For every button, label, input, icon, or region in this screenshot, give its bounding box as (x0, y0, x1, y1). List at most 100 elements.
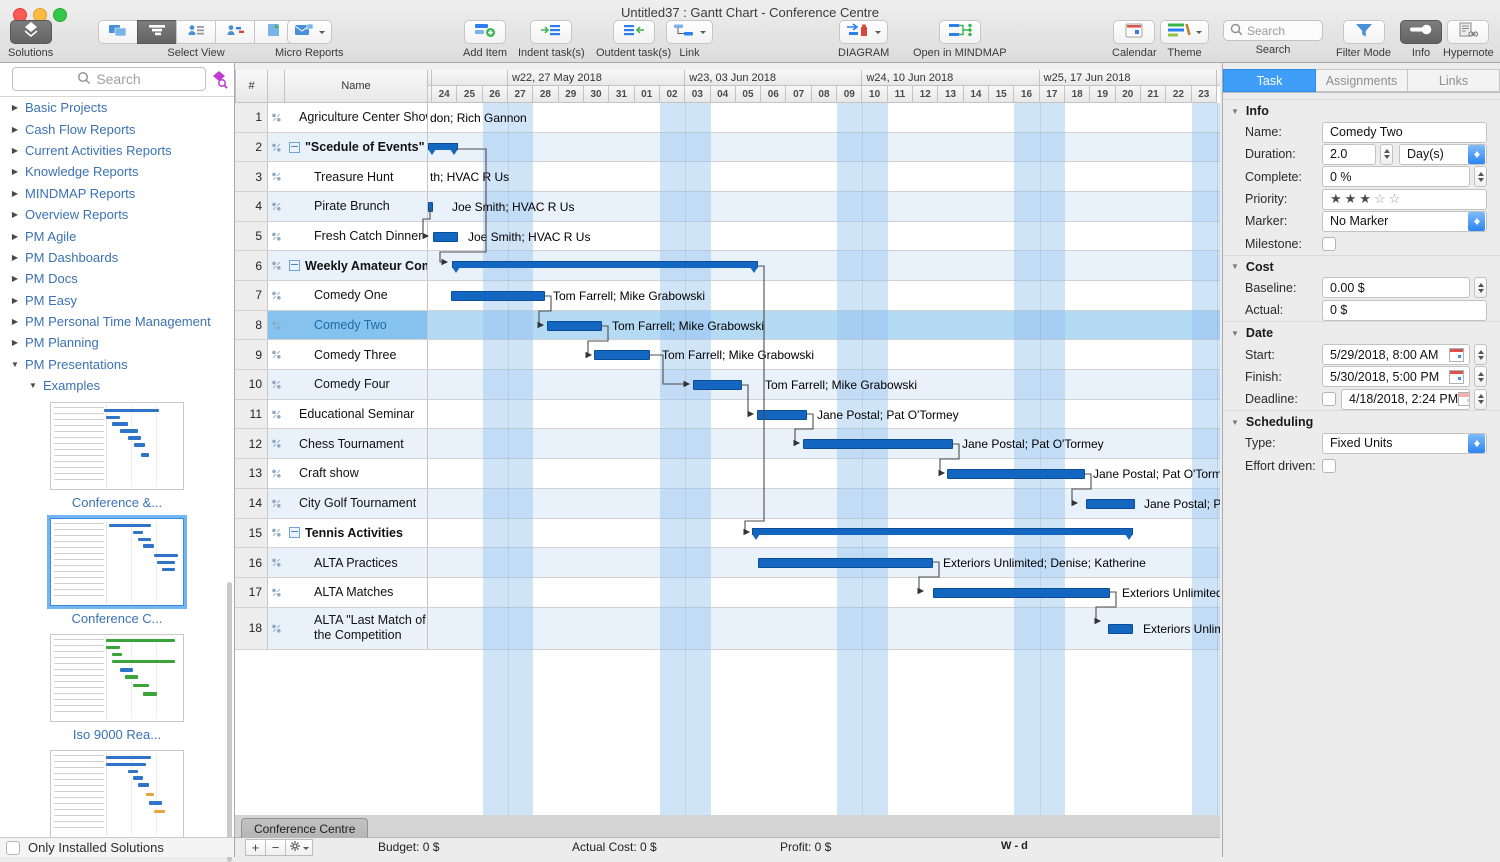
sidebar-item-8[interactable]: ▶ PM Docs (0, 268, 234, 289)
section-header-date[interactable]: ▼ Date (1223, 321, 1500, 343)
priority-stars-field[interactable]: ★★★☆☆ (1322, 188, 1487, 210)
gantt-chart-area[interactable]: # Name w22, 27 May 2018 w23, 03 Jun 2018 w24… (235, 62, 1220, 816)
triangle-right-icon[interactable]: ▶ (10, 210, 20, 219)
thumbnail-preview[interactable] (50, 402, 184, 491)
task-name[interactable]: City Golf Tournament (285, 488, 428, 518)
task-name[interactable]: Pirate Brunch (285, 192, 428, 221)
gantt-row-18[interactable]: 18 ALTA "Last Match of the Competition (235, 607, 1220, 651)
task-name[interactable]: ALTA "Last Match of the Competition (285, 607, 428, 650)
task-bar[interactable] (547, 320, 602, 331)
tab-links[interactable]: Links (1408, 69, 1500, 92)
sidebar-item-6[interactable]: ▶ PM Agile (0, 225, 234, 246)
thumbnail-preview[interactable] (50, 634, 184, 723)
resources-icon[interactable] (268, 370, 286, 399)
resources-icon[interactable] (268, 221, 286, 251)
resources-icon[interactable] (268, 281, 286, 310)
star-rating-icons[interactable]: ★★★☆☆ (1330, 191, 1403, 207)
theme-button[interactable] (1160, 20, 1209, 44)
text-field[interactable]: 0 % (1322, 166, 1470, 188)
resources-icon[interactable] (268, 577, 286, 607)
task-name[interactable]: "Scedule of Events" (285, 132, 428, 162)
date-field[interactable]: 5/29/2018, 8:00 AM (1322, 344, 1470, 366)
settings-gear-button[interactable] (285, 839, 313, 856)
sidebar-item-7[interactable]: ▶ PM Dashboards (0, 247, 234, 268)
gantt-row-4[interactable]: 4 Pirate Brunch (235, 192, 1220, 222)
document-tab[interactable]: Conference Centre (241, 818, 369, 839)
dropdown-select[interactable]: Fixed Units (1322, 432, 1487, 454)
outdent-task-button[interactable] (612, 20, 655, 44)
calendar-picker-icon[interactable] (1449, 347, 1464, 362)
duration-field[interactable]: 2.0 (1322, 143, 1376, 165)
task-name[interactable]: Craft show (285, 459, 428, 488)
triangle-right-icon[interactable]: ▶ (10, 167, 20, 176)
collapse-box-icon[interactable] (289, 141, 300, 153)
stepper-control[interactable] (1474, 344, 1487, 366)
sidebar-item-3[interactable]: ▶ Knowledge Reports (0, 161, 234, 182)
text-field[interactable]: 0 $ (1322, 299, 1487, 321)
toolbar-search-input[interactable]: Search (1223, 20, 1323, 41)
resources-icon[interactable] (268, 192, 286, 221)
solution-thumbnail-0[interactable]: Conference &... (0, 402, 234, 510)
resources-icon[interactable] (268, 429, 286, 459)
task-name[interactable]: Agriculture Center Showcase (285, 103, 428, 132)
resources-icon[interactable] (268, 399, 286, 429)
task-bar[interactable] (758, 558, 933, 569)
triangle-down-icon[interactable]: ▼ (1231, 107, 1239, 116)
thumbnail-label[interactable]: Iso 9000 Rea... (0, 727, 234, 742)
only-installed-checkbox[interactable] (6, 840, 20, 855)
task-bar[interactable] (933, 587, 1110, 598)
triangle-right-icon[interactable]: ▶ (10, 317, 20, 326)
triangle-right-icon[interactable]: ▶ (10, 103, 20, 112)
thumbnail-preview[interactable] (47, 515, 187, 610)
sidebar-item-1[interactable]: ▶ Cash Flow Reports (0, 118, 234, 139)
stepper-control[interactable] (1474, 166, 1487, 188)
summary-bar[interactable] (452, 261, 758, 274)
resources-icon[interactable] (268, 251, 286, 281)
diagram-button[interactable] (839, 20, 889, 44)
task-name[interactable]: ALTA Matches (285, 577, 428, 607)
task-name[interactable]: Treasure Hunt (285, 162, 428, 192)
task-bar[interactable] (693, 379, 742, 390)
gantt-row-5[interactable]: 5 Fresh Catch Dinner (235, 221, 1220, 252)
triangle-right-icon[interactable]: ▶ (10, 125, 20, 134)
solution-search-icon[interactable] (208, 70, 230, 94)
section-header-cost[interactable]: ▼ Cost (1223, 254, 1500, 277)
filter-mode-button[interactable] (1342, 20, 1385, 44)
gantt-row-14[interactable]: 14 City Golf Tournament (235, 488, 1220, 519)
info-panel-button[interactable] (1400, 20, 1442, 44)
sidebar-scroll-area[interactable]: ▶ Basic Projects ▶ Cash Flow Reports ▶ C… (0, 96, 234, 837)
sidebar-item-examples[interactable]: ▼ Examples (0, 375, 234, 396)
summary-bar[interactable] (752, 528, 1133, 541)
task-bar[interactable] (803, 439, 953, 450)
resources-icon[interactable] (268, 459, 286, 488)
text-field[interactable]: 0.00 $ (1322, 277, 1470, 299)
tab-assignments[interactable]: Assignments (1316, 69, 1408, 92)
task-bar[interactable] (594, 350, 650, 361)
hypernote-button[interactable] (1447, 20, 1490, 44)
resources-icon[interactable] (268, 132, 286, 162)
triangle-right-icon[interactable]: ▶ (10, 338, 20, 347)
gantt-row-3[interactable]: 3 Treasure Hunt (235, 162, 1220, 193)
tab-task[interactable]: Task (1223, 69, 1316, 92)
collapse-box-icon[interactable] (289, 527, 300, 539)
solution-thumbnail-3[interactable]: Multimedia 101 (0, 750, 234, 837)
calendar-picker-icon[interactable] (1458, 392, 1469, 407)
resources-icon[interactable] (268, 518, 286, 548)
triangle-right-icon[interactable]: ▶ (10, 146, 20, 155)
task-name[interactable]: Chess Tournament (285, 429, 428, 459)
gantt-row-11[interactable]: 11 Educational Seminar (235, 399, 1220, 430)
stepper-control[interactable] (1474, 366, 1487, 388)
checkbox[interactable] (1322, 236, 1336, 251)
triangle-right-icon[interactable]: ▶ (10, 274, 20, 283)
gantt-row-2[interactable]: 2 "Scedule of Events" (235, 132, 1220, 163)
triangle-right-icon[interactable]: ▶ (10, 189, 20, 198)
deadline-checkbox[interactable] (1322, 392, 1336, 407)
view-gantt-button[interactable] (137, 20, 177, 44)
summary-bar[interactable] (428, 142, 458, 155)
sidebar-search-input[interactable]: Search (12, 67, 206, 91)
calendar-picker-icon[interactable] (1449, 369, 1464, 384)
solutions-button[interactable] (9, 20, 52, 44)
triangle-down-icon[interactable]: ▼ (1231, 329, 1239, 338)
stepper-control[interactable] (1380, 143, 1393, 165)
triangle-right-icon[interactable]: ▶ (10, 232, 20, 241)
